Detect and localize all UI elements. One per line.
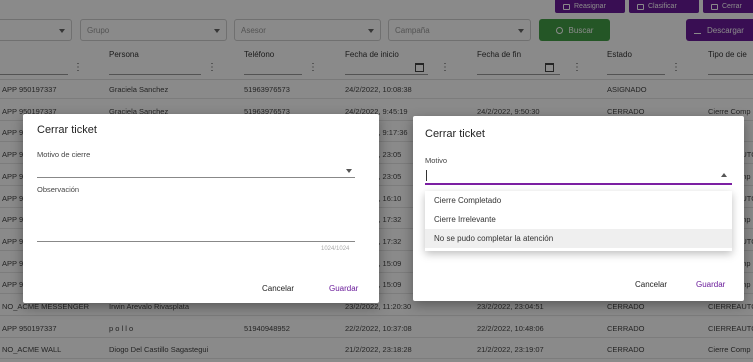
option-no-se-pudo-completar[interactable]: No se pudo completar la atención [425,229,732,248]
dialog-title: Cerrar ticket [425,128,485,140]
chevron-up-icon [721,173,727,177]
reason-select[interactable] [37,160,355,178]
close-ticket-dialog-left: Cerrar ticket Motivo de cierre Observaci… [23,114,379,303]
reason-label: Motivo de cierre [37,150,91,159]
cancel-button[interactable]: Cancelar [262,284,294,293]
character-counter: 1024/1024 [321,246,350,252]
dialog-title: Cerrar ticket [37,124,97,136]
text-cursor [426,170,427,181]
save-button[interactable]: Guardar [696,280,725,289]
option-cierre-completado[interactable]: Cierre Completado [425,191,732,210]
reason-label: Motivo [425,156,448,165]
reason-options-menu: Cierre Completado Cierre Irrelevante No … [425,191,732,251]
chevron-down-icon [346,169,352,173]
observation-label: Observación [37,185,80,194]
observation-textarea[interactable] [37,196,355,242]
reason-select[interactable] [425,166,732,185]
option-cierre-irrelevante[interactable]: Cierre Irrelevante [425,210,732,229]
save-button[interactable]: Guardar [329,284,358,293]
cancel-button[interactable]: Cancelar [635,280,667,289]
